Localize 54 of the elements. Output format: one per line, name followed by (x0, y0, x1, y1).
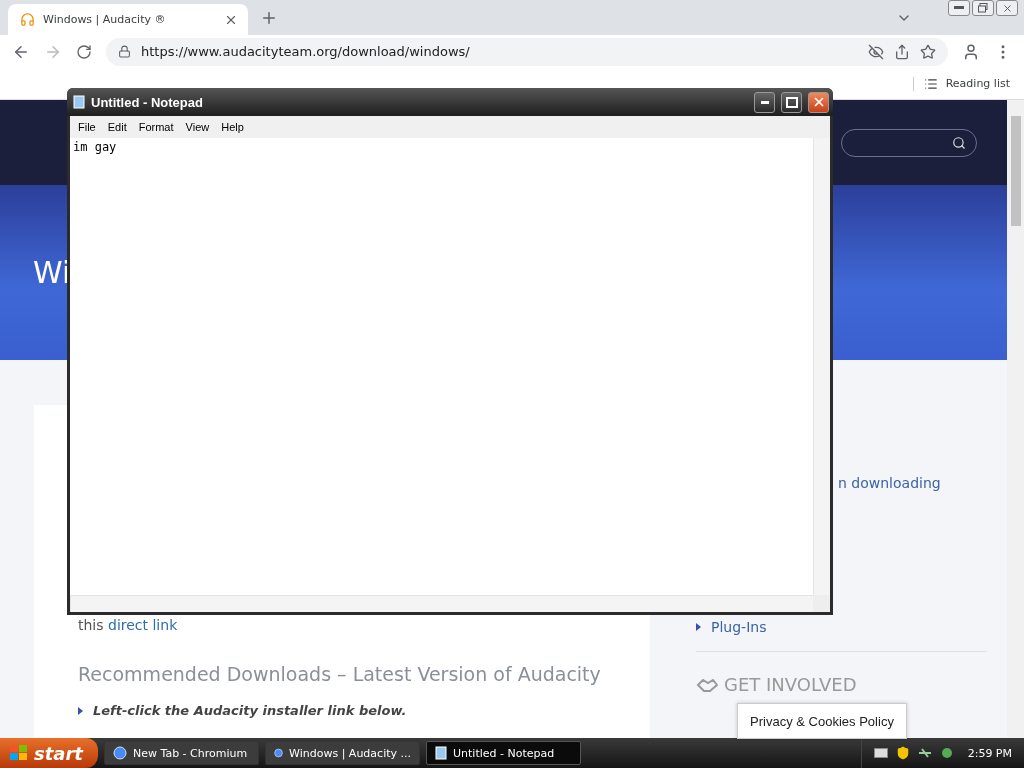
size-grip[interactable] (813, 595, 830, 612)
vertical-scrollbar[interactable] (813, 138, 830, 595)
menu-item[interactable]: Format (132, 121, 180, 133)
bullet-icon (696, 623, 701, 631)
keyboard-icon (873, 748, 888, 758)
search-icon (952, 135, 966, 150)
browser-tab[interactable]: Windows | Audacity ® (8, 4, 248, 35)
maximize-button[interactable] (781, 91, 802, 113)
minimize-button[interactable] (754, 91, 775, 113)
reading-list-button[interactable]: Reading list (912, 76, 1010, 91)
eye-off-icon[interactable] (868, 43, 884, 60)
sidebar-heading: GET INVOLVED (724, 674, 857, 695)
windows-logo-icon (10, 745, 28, 761)
menu-item[interactable]: File (72, 121, 102, 133)
menu-item[interactable]: Help (215, 121, 250, 133)
list-icon (923, 76, 938, 91)
notepad-icon (435, 746, 447, 760)
menu-item[interactable]: Edit (101, 121, 133, 133)
minimize-icon (954, 6, 964, 10)
profile-icon[interactable] (962, 42, 980, 61)
window-title: Untitled - Notepad (91, 94, 204, 110)
scrollbar[interactable] (1007, 100, 1024, 738)
maximize-icon (785, 96, 798, 108)
shield-icon (895, 746, 910, 760)
minimize-icon (760, 100, 769, 104)
restore-icon (978, 3, 988, 13)
paragraph-text: this direct link (78, 617, 179, 633)
sidebar-link[interactable]: Plug-Ins (711, 619, 767, 635)
bullet-icon (78, 706, 83, 715)
address-bar[interactable]: https://www.audacityteam.org/download/windows/ (106, 37, 948, 66)
close-button[interactable] (996, 0, 1018, 16)
headphones-icon (20, 12, 35, 27)
share-icon[interactable] (894, 43, 910, 60)
cookie-policy-button[interactable]: Privacy & Cookies Policy (737, 703, 907, 739)
close-icon (1001, 2, 1013, 14)
taskbar-button[interactable]: Untitled - Notepad (426, 741, 581, 765)
horizontal-scrollbar[interactable] (70, 595, 813, 612)
direct-link[interactable]: direct link (108, 617, 178, 633)
star-icon[interactable] (920, 43, 936, 60)
minimize-button[interactable] (948, 0, 970, 16)
instruction-text: Left-click the Audacity installer link below. (93, 703, 407, 718)
reload-icon[interactable] (76, 43, 92, 60)
notepad-icon (73, 95, 85, 109)
section-heading: Recommended Downloads – Latest Version of Audacity (78, 663, 602, 685)
taskbar-button[interactable]: Windows | Audacity ... (265, 741, 420, 765)
url-text: https://www.audacityteam.org/download/windows/ (141, 44, 471, 59)
close-button[interactable] (808, 91, 829, 113)
lock-icon (118, 45, 131, 58)
menu-item[interactable]: View (179, 121, 216, 133)
taskbar-button[interactable]: New Tab - Chromium (104, 741, 259, 765)
restore-button[interactable] (972, 0, 994, 16)
start-button[interactable]: start (0, 738, 98, 768)
sidebar-text[interactable]: n downloading (838, 475, 987, 491)
clock-text: 2:59 PM (967, 746, 1012, 760)
